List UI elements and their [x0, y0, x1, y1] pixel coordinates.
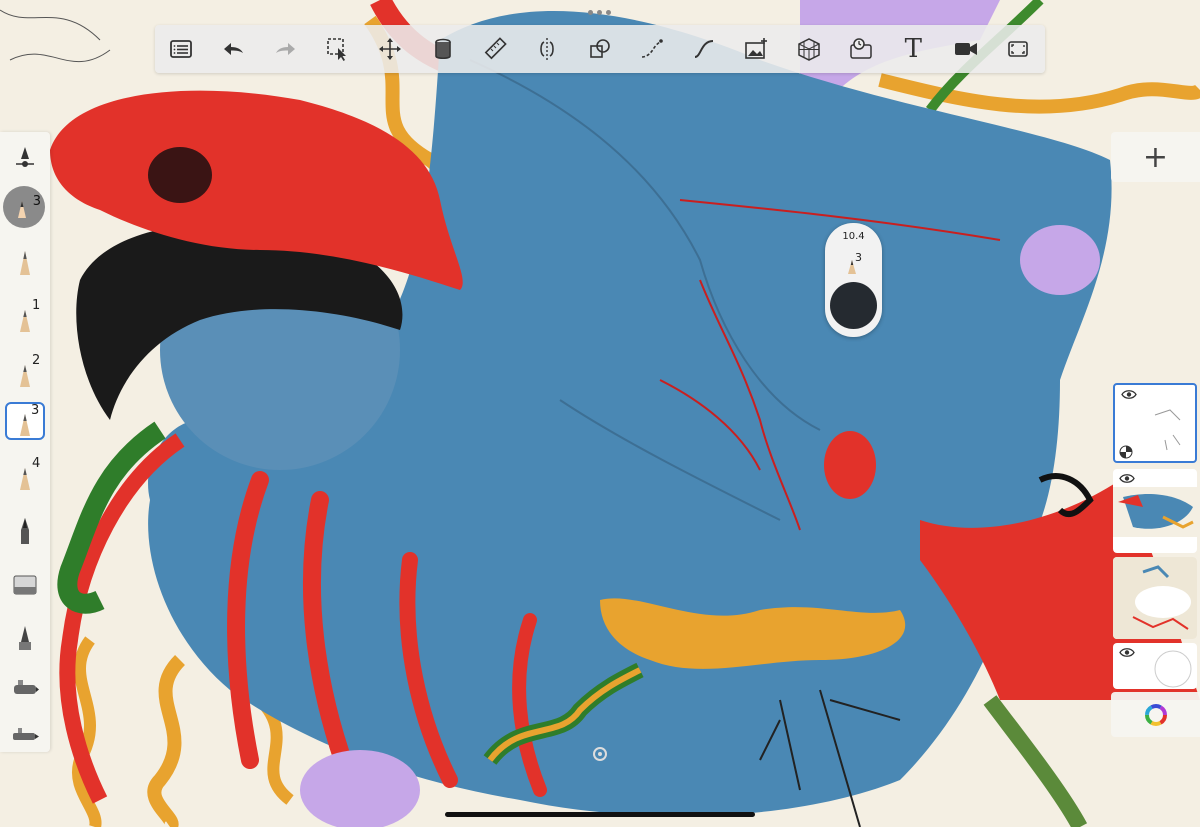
fill-button[interactable] — [416, 25, 468, 73]
brush-pencil-4[interactable]: 4 — [0, 452, 50, 498]
spray-icon — [13, 728, 39, 740]
pencil-icon — [20, 414, 30, 436]
stroke-icon — [641, 39, 663, 58]
brush-airbrush[interactable] — [0, 668, 50, 710]
add-layer-button[interactable]: + — [1111, 132, 1200, 182]
brush-opacity-value: 3 — [855, 251, 862, 264]
pencil-icon — [20, 251, 30, 275]
plus-icon: + — [1142, 139, 1169, 175]
menu-icon — [170, 40, 193, 58]
curve-button[interactable] — [678, 25, 730, 73]
layer-thumbnail[interactable] — [1113, 557, 1197, 639]
brush-number: 2 — [32, 353, 41, 368]
add-image-button[interactable] — [730, 25, 782, 73]
brush-properties-button[interactable] — [0, 142, 50, 172]
record-icon — [954, 43, 977, 55]
brush-puck[interactable]: 10.4 3 — [825, 223, 882, 337]
symmetry-button[interactable] — [521, 25, 573, 73]
marker-icon — [19, 626, 31, 650]
toolbar-drag-handle[interactable] — [588, 10, 611, 15]
sync-icon — [593, 747, 607, 761]
text-button[interactable]: T — [887, 25, 939, 73]
home-indicator[interactable] — [445, 812, 755, 817]
brush-pencil-default[interactable] — [0, 244, 50, 284]
fullscreen-icon — [1008, 41, 1028, 57]
brush-number: 1 — [32, 298, 41, 313]
symmetry-icon — [540, 38, 555, 60]
airbrush-icon — [14, 680, 39, 694]
layer-thumbnail[interactable] — [1113, 643, 1197, 689]
menu-button[interactable] — [155, 25, 207, 73]
top-toolbar: T — [155, 25, 1045, 73]
eraser-icon — [13, 575, 37, 595]
pencil-icon — [20, 310, 30, 332]
pencil-icon — [18, 201, 26, 218]
brush-pencil-2[interactable]: 2 — [0, 347, 50, 397]
layer-preview — [1154, 409, 1181, 451]
ruler-button[interactable] — [469, 25, 521, 73]
layer-panel: + — [1111, 132, 1200, 747]
layer-thumbnail[interactable] — [1113, 469, 1197, 553]
pen-icon — [21, 518, 29, 544]
transform-button[interactable] — [364, 25, 416, 73]
selection-button[interactable] — [312, 25, 364, 73]
perspective-button[interactable] — [783, 25, 835, 73]
brush-number: 3 — [31, 403, 40, 418]
brush-spray[interactable] — [0, 720, 50, 750]
undo-button[interactable] — [207, 25, 259, 73]
brush-inking-pen[interactable] — [0, 510, 50, 552]
layer-transparency-icon — [1119, 445, 1133, 459]
brush-pencil-1[interactable]: 1 — [0, 292, 50, 342]
color-wheel-icon — [1144, 703, 1167, 726]
current-brush-button[interactable]: 3 — [3, 186, 45, 228]
selection-icon — [327, 38, 347, 61]
brush-palette: 3 1 2 3 4 — [0, 132, 50, 752]
redo-icon — [275, 43, 295, 55]
time-lapse-button[interactable] — [835, 25, 887, 73]
eye-icon[interactable] — [1119, 647, 1135, 658]
brush-pencil-3[interactable]: 3 — [0, 400, 50, 442]
color-editor-button[interactable] — [1111, 692, 1200, 737]
redo-button[interactable] — [260, 25, 312, 73]
layer-background-preview — [1154, 650, 1192, 688]
brush-number: 4 — [32, 456, 41, 471]
brush-marker[interactable] — [0, 618, 50, 660]
brush-properties-icon — [16, 147, 34, 167]
brush-eraser[interactable] — [0, 564, 50, 606]
current-color-swatch[interactable] — [830, 282, 877, 329]
curve-icon — [694, 40, 714, 58]
transform-icon — [379, 38, 402, 60]
layer-thumbnail[interactable] — [1113, 383, 1197, 463]
layer-preview — [1113, 487, 1197, 537]
brush-size-value: 10.4 — [842, 231, 865, 242]
pencil-icon — [20, 468, 30, 490]
time-lapse-icon — [850, 38, 872, 59]
stroke-button[interactable] — [626, 25, 678, 73]
layer-preview — [1113, 557, 1197, 639]
fullscreen-button[interactable] — [992, 25, 1044, 73]
undo-icon — [224, 43, 244, 55]
text-icon: T — [904, 34, 922, 64]
shapes-button[interactable] — [573, 25, 625, 73]
pencil-icon — [20, 365, 30, 387]
add-image-icon — [745, 38, 768, 59]
current-brush-number: 3 — [32, 194, 41, 209]
drawing-canvas[interactable] — [0, 0, 1200, 827]
perspective-icon — [797, 38, 820, 61]
ruler-icon — [484, 37, 507, 60]
eye-icon[interactable] — [1119, 473, 1135, 484]
record-button[interactable] — [939, 25, 991, 73]
shapes-icon — [589, 39, 610, 58]
fill-icon — [434, 38, 451, 60]
